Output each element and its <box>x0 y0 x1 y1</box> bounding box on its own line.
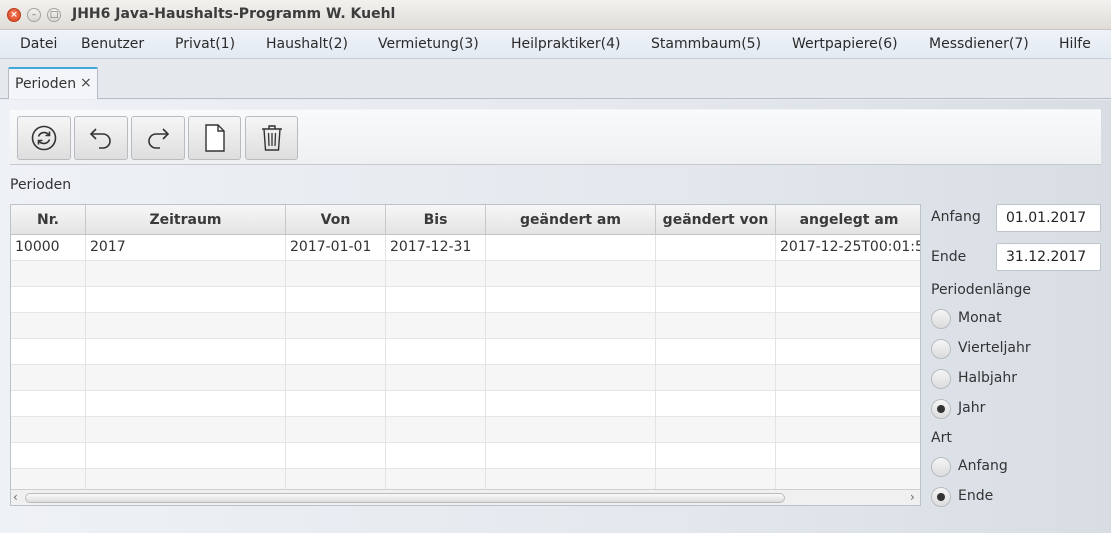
radio-jahr[interactable]: Jahr <box>931 399 1051 421</box>
cell-zeitraum: 2017 <box>86 235 286 261</box>
title-bar: × – □ JHH6 Java-Haushalts-Programm W. Ku… <box>0 0 1111 30</box>
table-row-empty <box>11 287 920 313</box>
close-icon[interactable]: × <box>80 75 92 91</box>
scroll-left-icon[interactable]: ‹ <box>13 490 18 505</box>
column-header-von[interactable]: Von <box>286 205 386 235</box>
radio-halbjahr-indicator[interactable] <box>931 369 951 389</box>
table-row-empty <box>11 313 920 339</box>
radio-halbjahr-label: Halbjahr <box>958 370 1017 386</box>
redo-icon <box>148 128 170 149</box>
close-window-button[interactable]: × <box>7 8 21 22</box>
radio-jahr-indicator[interactable] <box>931 399 951 419</box>
redo-button[interactable] <box>131 116 185 160</box>
ende-date-field[interactable]: 31.12.2017 <box>996 243 1101 271</box>
menu-privat[interactable]: Privat(1) <box>175 36 235 52</box>
radio-halbjahr[interactable]: Halbjahr <box>931 369 1051 391</box>
radio-art-anfang-label: Anfang <box>958 458 1008 474</box>
radio-art-anfang[interactable]: Anfang <box>931 457 1051 479</box>
menu-heilpraktiker[interactable]: Heilpraktiker(4) <box>511 36 620 52</box>
radio-art-anfang-indicator[interactable] <box>931 457 951 477</box>
table-row-empty <box>11 443 920 469</box>
new-button[interactable] <box>188 116 241 160</box>
undo-button[interactable] <box>74 116 128 160</box>
anfang-label: Anfang <box>931 209 981 225</box>
menu-stammbaum[interactable]: Stammbaum(5) <box>651 36 761 52</box>
table-header: Nr. Zeitraum Von Bis geändert am geänder… <box>11 205 920 235</box>
trash-icon <box>261 125 282 151</box>
column-header-geaendert-am[interactable]: geändert am <box>486 205 656 235</box>
tab-label: Perioden <box>15 76 77 92</box>
perioden-table[interactable]: Nr. Zeitraum Von Bis geändert am geänder… <box>10 204 921 506</box>
table-row-empty <box>11 365 920 391</box>
delete-button[interactable] <box>245 116 298 160</box>
menu-datei[interactable]: Datei <box>20 36 57 52</box>
column-header-bis[interactable]: Bis <box>386 205 486 235</box>
cell-von: 2017-01-01 <box>286 235 386 261</box>
horizontal-scrollbar[interactable]: ‹ › <box>11 489 920 505</box>
radio-art-ende[interactable]: Ende <box>931 487 1051 509</box>
radio-jahr-label: Jahr <box>958 400 986 416</box>
cell-nr: 10000 <box>11 235 86 261</box>
radio-monat-label: Monat <box>958 310 1002 326</box>
menu-messdiener[interactable]: Messdiener(7) <box>929 36 1029 52</box>
undo-icon <box>89 128 111 149</box>
table-row[interactable]: 10000 2017 2017-01-01 2017-12-31 2017-12… <box>11 235 921 261</box>
table-row-empty <box>11 391 920 417</box>
column-header-zeitraum[interactable]: Zeitraum <box>86 205 286 235</box>
window-title: JHH6 Java-Haushalts-Programm W. Kuehl <box>72 6 396 22</box>
radio-art-ende-indicator[interactable] <box>931 487 951 507</box>
scroll-right-icon[interactable]: › <box>910 490 915 505</box>
cell-angelegt-am: 2017-12-25T00:01:5 <box>780 239 921 255</box>
table-row-empty <box>11 261 920 287</box>
minimize-window-button[interactable]: – <box>27 8 41 22</box>
refresh-button[interactable] <box>17 116 71 160</box>
menu-haushalt[interactable]: Haushalt(2) <box>266 36 348 52</box>
cell-bis: 2017-12-31 <box>386 235 486 261</box>
column-header-geaendert-von[interactable]: geändert von <box>656 205 776 235</box>
cell-geaendert-von <box>656 235 776 261</box>
menu-vermietung[interactable]: Vermietung(3) <box>378 36 479 52</box>
menu-benutzer[interactable]: Benutzer <box>81 36 144 52</box>
radio-vierteljahr-label: Vierteljahr <box>958 340 1031 356</box>
radio-monat-indicator[interactable] <box>931 309 951 329</box>
menu-wertpapiere[interactable]: Wertpapiere(6) <box>792 36 898 52</box>
toolbar <box>10 109 1101 165</box>
cell-geaendert-am <box>486 235 656 261</box>
refresh-icon <box>31 125 57 151</box>
art-label: Art <box>931 430 952 446</box>
menu-bar: Datei Benutzer Privat(1) Haushalt(2) Ver… <box>0 30 1111 59</box>
tab-strip: Perioden × <box>0 59 1111 99</box>
table-row-empty <box>11 339 920 365</box>
anfang-date-field[interactable]: 01.01.2017 <box>996 204 1101 232</box>
new-document-icon <box>204 124 225 152</box>
maximize-window-button[interactable]: □ <box>47 8 61 22</box>
tab-perioden[interactable]: Perioden × <box>8 67 98 99</box>
radio-monat[interactable]: Monat <box>931 309 1051 331</box>
content-area: Perioden Nr. Zeitraum Von Bis geändert a… <box>0 100 1111 533</box>
periodenlaenge-label: Periodenlänge <box>931 282 1031 298</box>
column-header-nr[interactable]: Nr. <box>11 205 86 235</box>
ende-label: Ende <box>931 249 967 265</box>
radio-vierteljahr-indicator[interactable] <box>931 339 951 359</box>
menu-hilfe[interactable]: Hilfe <box>1059 36 1091 52</box>
radio-art-ende-label: Ende <box>958 488 994 504</box>
scrollbar-thumb[interactable] <box>25 493 785 503</box>
radio-vierteljahr[interactable]: Vierteljahr <box>931 339 1051 361</box>
section-title: Perioden <box>10 177 72 193</box>
column-header-angelegt-am[interactable]: angelegt am <box>776 205 920 235</box>
table-row-empty <box>11 417 920 443</box>
